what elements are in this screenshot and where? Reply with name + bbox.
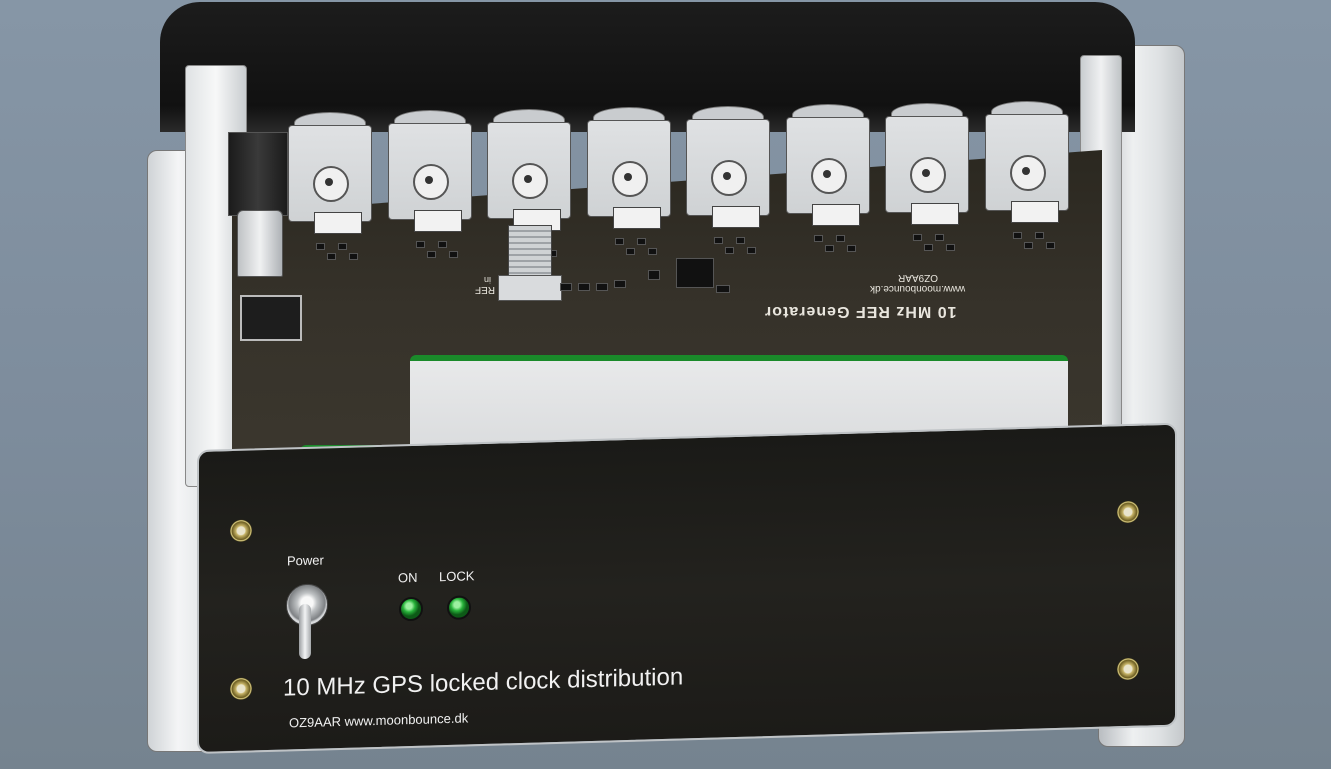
power-toggle-lever[interactable] bbox=[299, 603, 311, 660]
rf-transformer bbox=[612, 207, 661, 229]
smd-part bbox=[614, 238, 624, 245]
bnc-connector[interactable] bbox=[487, 122, 571, 219]
smd-part bbox=[935, 234, 944, 241]
smd-part bbox=[725, 247, 734, 254]
rf-transformer bbox=[911, 203, 959, 225]
smd-part bbox=[1045, 242, 1055, 249]
smd-part bbox=[316, 243, 325, 250]
screw-icon bbox=[1117, 500, 1139, 524]
smd-part bbox=[437, 241, 447, 248]
smd-part bbox=[647, 248, 657, 255]
smd-part bbox=[596, 283, 608, 291]
smd-part bbox=[835, 235, 845, 242]
rf-transformer bbox=[413, 210, 462, 232]
lock-led-icon bbox=[447, 595, 471, 621]
ic-chip bbox=[676, 258, 714, 288]
smd-part bbox=[448, 251, 458, 258]
smd-part bbox=[560, 283, 572, 291]
smd-part bbox=[426, 251, 436, 258]
on-label: ON bbox=[398, 569, 418, 586]
smd-part bbox=[1012, 232, 1022, 239]
pcb-ref-label: REF bbox=[475, 284, 495, 295]
smd-part bbox=[1034, 232, 1044, 239]
smd-part bbox=[747, 247, 756, 254]
on-led-icon bbox=[399, 596, 423, 622]
screw-icon bbox=[230, 519, 252, 543]
smd-part bbox=[415, 241, 425, 248]
smd-part bbox=[614, 280, 626, 288]
smd-part bbox=[716, 285, 730, 293]
bnc-connector[interactable] bbox=[288, 125, 372, 222]
front-panel: Power ON LOCK 10 MHz GPS locked clock di… bbox=[197, 422, 1177, 754]
panel-title: 10 MHz GPS locked clock distribution bbox=[283, 663, 684, 702]
panel-credit: OZ9AAR www.moonbounce.dk bbox=[289, 710, 469, 731]
voltage-regulator bbox=[240, 295, 302, 341]
bnc-connector[interactable] bbox=[885, 116, 969, 213]
smd-part bbox=[578, 283, 590, 291]
smd-part bbox=[824, 245, 834, 252]
smd-part bbox=[648, 270, 660, 280]
sma-base bbox=[498, 275, 562, 301]
smd-part bbox=[714, 237, 723, 244]
lock-label: LOCK bbox=[439, 568, 475, 585]
smd-part bbox=[913, 234, 922, 241]
rf-transformer bbox=[314, 212, 362, 234]
rf-transformer bbox=[712, 206, 760, 228]
bnc-connector[interactable] bbox=[586, 120, 671, 217]
smd-part bbox=[625, 248, 635, 255]
bnc-connector[interactable] bbox=[984, 114, 1069, 211]
smd-part bbox=[338, 243, 347, 250]
screw-icon bbox=[1117, 657, 1139, 681]
smd-part bbox=[924, 244, 933, 251]
smd-part bbox=[1023, 242, 1033, 249]
bnc-connector[interactable] bbox=[686, 119, 770, 216]
smd-part bbox=[636, 238, 646, 245]
smd-part bbox=[946, 244, 955, 251]
screw-icon bbox=[230, 677, 252, 701]
smd-part bbox=[736, 237, 745, 244]
pcb-title: 10 MHz REF Generator bbox=[764, 303, 957, 320]
dc-power-jack bbox=[228, 132, 288, 216]
electrolytic-capacitor bbox=[237, 210, 283, 277]
rf-transformer bbox=[1010, 201, 1059, 223]
pcb-website: www.moonbounce.dk bbox=[870, 283, 966, 294]
smd-part bbox=[813, 235, 823, 242]
smd-part bbox=[846, 245, 856, 252]
rf-transformer bbox=[811, 204, 860, 226]
pcb-callsign: OZ9AAR bbox=[898, 272, 939, 283]
power-label: Power bbox=[287, 552, 324, 569]
bnc-connector[interactable] bbox=[387, 123, 472, 220]
smd-part bbox=[349, 253, 358, 260]
bnc-connector[interactable] bbox=[785, 117, 870, 214]
pcb-ref-sub: in bbox=[484, 275, 492, 285]
smd-part bbox=[327, 253, 336, 260]
